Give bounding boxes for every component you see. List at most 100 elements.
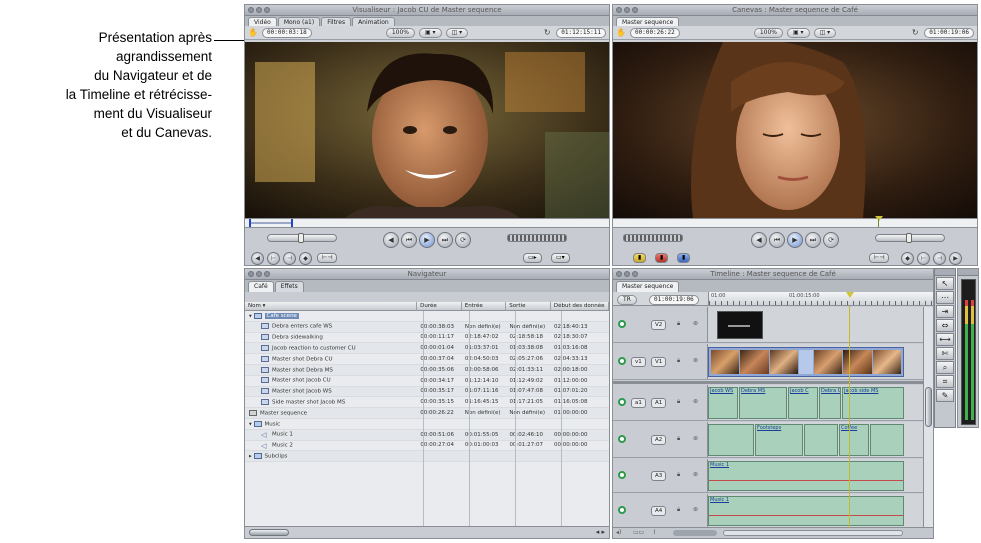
play-around-button[interactable]: ⟳ bbox=[455, 232, 471, 248]
lock-icon[interactable]: 🔒︎ bbox=[677, 320, 680, 328]
previous-edit-button[interactable]: ⏮ bbox=[401, 232, 417, 248]
viewer-duration[interactable]: 00:00:03:18 bbox=[262, 27, 312, 38]
track-label-v2[interactable]: V2 bbox=[651, 320, 667, 330]
lock-icon[interactable]: 🔒︎ bbox=[677, 471, 680, 479]
playhead[interactable] bbox=[849, 306, 850, 528]
viewer-overlay-popup[interactable]: ◫ ▾ bbox=[445, 27, 469, 38]
track-audible-a1[interactable] bbox=[618, 398, 626, 406]
mark-in-button[interactable]: ⊢ bbox=[267, 252, 280, 265]
title-clip-v2[interactable] bbox=[717, 311, 763, 339]
tab-mono[interactable]: Mono (a1) bbox=[277, 17, 321, 26]
col-media-start[interactable]: Début des donnée bbox=[551, 302, 609, 310]
audio-clip[interactable]: Jacob WS bbox=[708, 387, 738, 419]
audio-clip[interactable]: Jacob side MS bbox=[842, 387, 904, 419]
track-label-v1[interactable]: V1 bbox=[651, 357, 667, 367]
col-name[interactable]: Nom ▾ bbox=[245, 302, 418, 310]
lock-icon[interactable]: 🔒︎ bbox=[677, 435, 680, 443]
track-label-a1[interactable]: A1 bbox=[651, 398, 667, 408]
play-button[interactable]: ▶ bbox=[419, 232, 435, 248]
audio-toggle-icon[interactable]: ◂) bbox=[616, 529, 621, 536]
canvas-overlay-popup[interactable]: ◫ ▾ bbox=[813, 27, 837, 38]
viewer-view-popup[interactable]: ▣ ▾ bbox=[418, 27, 442, 38]
viewer-scrubber[interactable] bbox=[245, 218, 609, 228]
canvas-duration[interactable]: 00:00:26:22 bbox=[630, 27, 680, 38]
tab-filters[interactable]: Filtres bbox=[321, 17, 352, 26]
col-out[interactable]: Sortie bbox=[506, 302, 551, 310]
zoom-slider[interactable] bbox=[673, 530, 717, 536]
browser-hscroll[interactable]: ◂ ▸ bbox=[245, 526, 609, 538]
lock-icon[interactable]: 🔒︎ bbox=[677, 506, 680, 514]
play-in-to-out-button[interactable]: ◀ bbox=[751, 232, 767, 248]
auto-select-icon[interactable]: ⊛ bbox=[693, 471, 698, 478]
roll-icon[interactable]: ⇔ bbox=[936, 319, 954, 332]
audio-clip[interactable]: Footsteps bbox=[755, 424, 803, 456]
audio-clip[interactable]: Coffee bbox=[839, 424, 869, 456]
add-keyframe-button[interactable]: ◆ bbox=[299, 252, 312, 265]
tab-video[interactable]: Vidéo bbox=[248, 17, 277, 26]
canvas-current-timecode[interactable]: 01:00:19:06 bbox=[924, 27, 974, 38]
browser-row[interactable]: Side master shot Jacob MS 00:00:35:15 01:1… bbox=[245, 397, 609, 409]
tab-master-sequence[interactable]: Master sequence bbox=[616, 17, 680, 26]
browser-row[interactable]: Master shot Debra MS 00:00:35:06 02:00:58:… bbox=[245, 364, 609, 376]
browser-row[interactable]: Jacob reaction to customer CU 00:00:01:04… bbox=[245, 343, 609, 355]
play-in-to-out-button[interactable]: ◀ bbox=[383, 232, 399, 248]
mark-clip-button[interactable]: ⊢⊣ bbox=[317, 253, 338, 263]
source-a1[interactable]: a1 bbox=[631, 398, 646, 408]
music-clip-a4[interactable]: Music 1 bbox=[708, 496, 904, 526]
browser-row[interactable]: Master shot Jacob CU 00:00:34:17 01:12:14:… bbox=[245, 376, 609, 387]
browser-row[interactable]: ▸ Subclips bbox=[245, 451, 609, 463]
browser-row[interactable]: ◁ Music 2 00:00:27:04 00:01:00:03 00:01:27:0… bbox=[245, 441, 609, 452]
replace-button[interactable]: ▮ bbox=[677, 253, 691, 263]
add-keyframe-button[interactable]: ◆ bbox=[901, 252, 914, 265]
track-select-icon[interactable]: ⇥ bbox=[936, 305, 954, 318]
crop-icon[interactable]: ⌗ bbox=[936, 375, 954, 388]
audio-clip[interactable]: Debra C bbox=[819, 387, 841, 419]
viewer-zoom-popup[interactable]: 100% bbox=[385, 27, 415, 38]
canvas-jog-wheel[interactable] bbox=[623, 234, 683, 242]
timeline-current-timecode[interactable]: 01:00:19:06 bbox=[649, 295, 699, 305]
track-audible-a4[interactable] bbox=[618, 506, 626, 514]
track-label-a2[interactable]: A2 bbox=[651, 435, 667, 445]
tab-effects[interactable]: Effets bbox=[274, 281, 304, 292]
tab-animation[interactable]: Animation bbox=[352, 17, 395, 26]
col-duration[interactable]: Durée bbox=[417, 302, 462, 310]
next-edit-button[interactable]: ⏭ bbox=[437, 232, 453, 248]
lock-icon[interactable]: 🔒︎ bbox=[677, 398, 680, 406]
hand-icon[interactable]: ✋ bbox=[248, 28, 258, 38]
browser-row[interactable]: ▾ Music bbox=[245, 419, 609, 430]
mark-out-button[interactable]: ⊣ bbox=[283, 252, 296, 265]
canvas-shuttle-slider[interactable] bbox=[875, 233, 945, 243]
music-clip-a3[interactable]: Music 1 bbox=[708, 461, 904, 491]
audio-clip[interactable]: Jacob C bbox=[788, 387, 818, 419]
tab-cafe[interactable]: Café bbox=[248, 281, 274, 292]
clip-overlays-icon[interactable]: ⌇ bbox=[653, 529, 656, 536]
canvas-view-popup[interactable]: ▣ ▾ bbox=[786, 27, 810, 38]
video-clips-v1[interactable] bbox=[708, 347, 904, 377]
canvas-mark-clip-button[interactable]: ⊢⊣ bbox=[869, 253, 890, 263]
canvas-zoom-popup[interactable]: 100% bbox=[753, 27, 783, 38]
select-icon[interactable]: ↖ bbox=[936, 277, 954, 290]
mark-in-button[interactable]: ⊢ bbox=[917, 252, 930, 265]
track-label-a4[interactable]: A4 bbox=[651, 506, 667, 516]
loop-icon[interactable]: ↻ bbox=[542, 28, 552, 38]
canvas-titlebar[interactable]: Canevas : Master sequence de Café bbox=[613, 5, 977, 16]
play-button[interactable]: ▶ bbox=[787, 232, 803, 248]
edit-select-icon[interactable]: ⋯ bbox=[936, 291, 954, 304]
tab-timeline-master-sequence[interactable]: Master sequence bbox=[616, 281, 680, 292]
canvas-scrubber[interactable] bbox=[613, 216, 977, 228]
rt-popup[interactable]: TR bbox=[617, 295, 637, 305]
viewer-jog-wheel[interactable] bbox=[507, 234, 567, 242]
lock-icon[interactable]: 🔒︎ bbox=[677, 357, 680, 365]
viewer-recent-clips-button[interactable]: ▭▾ bbox=[551, 253, 570, 263]
play-around-button[interactable]: ⟳ bbox=[823, 232, 839, 248]
slip-icon[interactable]: ⟷ bbox=[936, 333, 954, 346]
viewer-current-timecode[interactable]: 01:12:15:11 bbox=[556, 27, 606, 38]
browser-titlebar[interactable]: Navigateur bbox=[245, 269, 609, 280]
auto-select-icon[interactable]: ⊛ bbox=[693, 357, 698, 364]
browser-row[interactable]: Master shot Debra CU 00:00:37:04 02:04:50:… bbox=[245, 354, 609, 365]
previous-edit-button[interactable]: ⏮ bbox=[769, 232, 785, 248]
track-visibility-v1[interactable] bbox=[618, 357, 626, 365]
insert-button[interactable]: ▮ bbox=[633, 253, 647, 263]
track-height-icon[interactable]: ▭▭ bbox=[633, 529, 644, 536]
auto-select-icon[interactable]: ⊛ bbox=[693, 320, 698, 327]
